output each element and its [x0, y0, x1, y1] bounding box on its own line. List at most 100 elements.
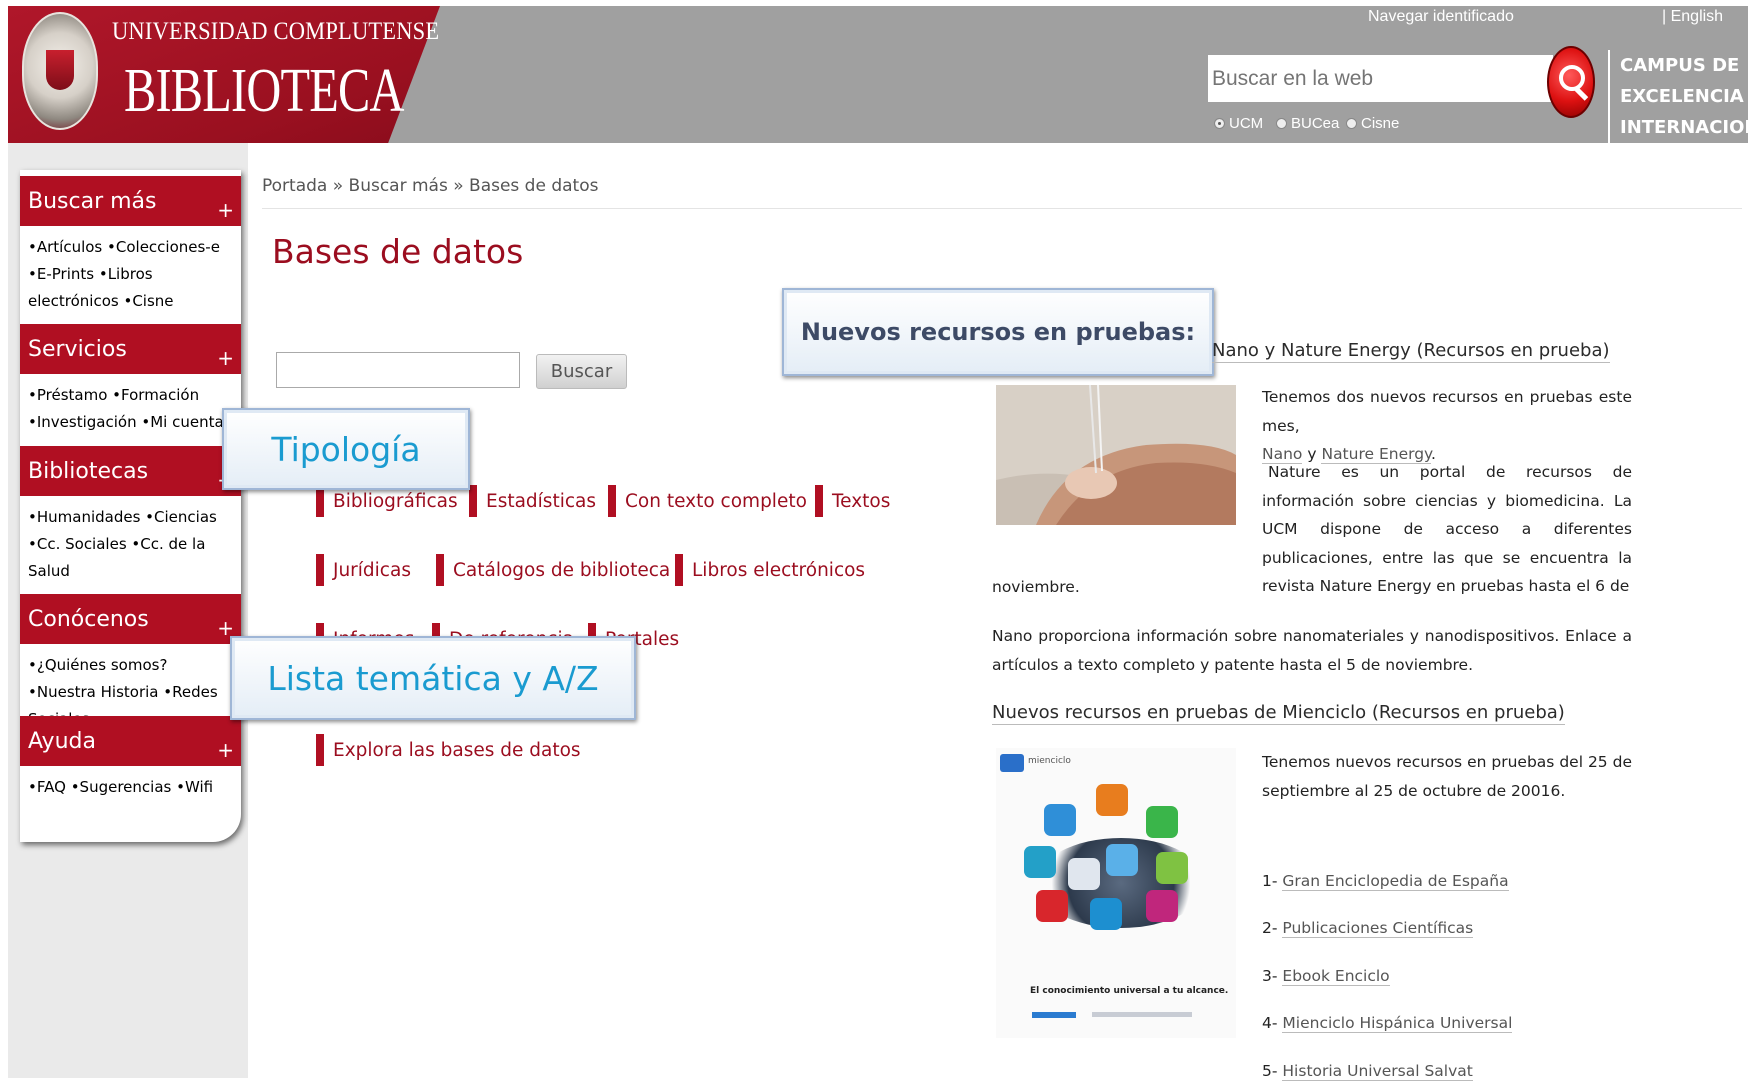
- list-number: 5-: [1262, 1062, 1278, 1080]
- divider: [262, 208, 1742, 209]
- sidebar-link-quienes-somos[interactable]: ¿Quiénes somos?: [37, 656, 168, 674]
- sidebar-link-cc-sociales[interactable]: Cc. Sociales: [37, 535, 127, 553]
- database-search-button[interactable]: Buscar: [536, 354, 627, 389]
- tile-icon: [1146, 806, 1178, 838]
- list-item: 4- Mienciclo Hispánica Universal: [1262, 1014, 1513, 1033]
- list-item: 1- Gran Enciclopedia de España: [1262, 872, 1509, 891]
- radio-label: Cisne: [1361, 115, 1400, 132]
- resource-link[interactable]: Historia Universal Salvat: [1282, 1062, 1473, 1081]
- page-title: Bases de datos: [272, 232, 524, 271]
- sidebar-link-historia[interactable]: Nuestra Historia: [37, 683, 159, 701]
- sidebar-link-prestamo[interactable]: Préstamo: [37, 386, 108, 404]
- sidebar-links-servicios: •Préstamo •Formación •Investigación •Mi …: [28, 386, 224, 431]
- campus-line: EXCELENCIA: [1620, 86, 1744, 107]
- expand-plus-icon[interactable]: +: [217, 346, 234, 370]
- resource-link[interactable]: Publicaciones Científicas: [1282, 919, 1474, 938]
- category-libros-electronicos[interactable]: Libros electrónicos: [675, 554, 865, 586]
- mienciclo-article-image[interactable]: mienciclo El conocimiento universal a tu…: [996, 748, 1236, 1038]
- tile-icon: [1106, 844, 1138, 876]
- resource-link[interactable]: Gran Enciclopedia de España: [1282, 872, 1509, 891]
- expand-plus-icon[interactable]: +: [217, 198, 234, 222]
- sidebar-link-humanidades[interactable]: Humanidades: [37, 508, 141, 526]
- section-title: Conócenos: [28, 606, 149, 632]
- category-juridicas[interactable]: Jurídicas: [316, 554, 411, 586]
- tile-icon: [1156, 852, 1188, 884]
- mienciclo-logo-icon: [1000, 754, 1024, 772]
- category-textos[interactable]: Textos: [815, 485, 890, 517]
- sidebar-section-conocenos[interactable]: Conócenos +: [20, 594, 241, 644]
- callout-lista-tematica: Lista temática y A/Z: [230, 636, 636, 720]
- news-paragraph: Nano proporciona información sobre nanom…: [992, 627, 1632, 674]
- sidebar-link-cisne[interactable]: Cisne: [132, 292, 173, 310]
- breadcrumb[interactable]: Portada » Buscar más » Bases de datos: [262, 176, 598, 196]
- sidebar-link-articulos[interactable]: Artículos: [37, 238, 102, 256]
- login-link[interactable]: Navegar identificado: [1368, 8, 1514, 26]
- campus-line: CAMPUS DE: [1620, 55, 1740, 76]
- category-catalogos[interactable]: Catálogos de biblioteca: [436, 554, 670, 586]
- search-icon[interactable]: [1547, 46, 1595, 118]
- category-estadisticas[interactable]: Estadísticas: [469, 485, 596, 517]
- tile-icon: [1044, 804, 1076, 836]
- radio-label: BUCea: [1291, 115, 1340, 132]
- list-item: 5- Historia Universal Salvat: [1262, 1062, 1473, 1081]
- list-item: 3- Ebook Enciclo: [1262, 967, 1390, 986]
- campus-excelencia-logo[interactable]: CAMPUS DE EXCELENCIA INTERNACIONAL: [1608, 50, 1748, 143]
- news-paragraph: noviembre.: [992, 578, 1080, 596]
- radio-selected-icon: [1214, 118, 1225, 129]
- scope-cisne-radio[interactable]: Cisne: [1346, 115, 1399, 132]
- sidebar-link-investigacion[interactable]: Investigación: [37, 413, 137, 431]
- news-text: Tenemos dos nuevos recursos en pruebas e…: [1262, 388, 1632, 435]
- sidebar-link-ciencias[interactable]: Ciencias: [154, 508, 217, 526]
- database-search-input[interactable]: [276, 352, 520, 388]
- list-number: 3-: [1262, 967, 1278, 985]
- category-texto-completo[interactable]: Con texto completo: [608, 485, 807, 517]
- mienciclo-tagline: El conocimiento universal a tu alcance.: [1030, 986, 1229, 996]
- tile-icon: [1068, 858, 1100, 890]
- sidebar-section-ayuda[interactable]: Ayuda +: [20, 716, 241, 766]
- sidebar-link-colecciones[interactable]: Colecciones-e: [116, 238, 220, 256]
- news-title-nano[interactable]: Nano y Nature Energy (Recursos en prueba…: [1212, 340, 1610, 363]
- list-number: 1-: [1262, 872, 1278, 890]
- scope-bucea-radio[interactable]: BUCea: [1276, 115, 1339, 132]
- sidebar-link-wifi[interactable]: Wifi: [185, 778, 213, 796]
- sidebar-link-faq[interactable]: FAQ: [37, 778, 66, 796]
- resource-link[interactable]: Ebook Enciclo: [1282, 967, 1390, 986]
- sidebar-links-bibliotecas: •Humanidades •Ciencias •Cc. Sociales •Cc…: [28, 508, 217, 580]
- list-item: 2- Publicaciones Científicas: [1262, 919, 1474, 938]
- tile-icon: [1096, 784, 1128, 816]
- resource-link[interactable]: Mienciclo Hispánica Universal: [1282, 1014, 1513, 1033]
- callout-text: Lista temática y A/Z: [267, 658, 599, 698]
- news-paragraph: Tenemos nuevos recursos en pruebas del 2…: [1262, 753, 1632, 800]
- mienciclo-button-icon: [1032, 1012, 1076, 1018]
- tile-icon: [1024, 846, 1056, 878]
- mienciclo-brand: mienciclo: [1028, 756, 1071, 766]
- scope-ucm-radio[interactable]: UCM: [1214, 115, 1263, 132]
- library-name: BIBLIOTECA: [124, 57, 404, 125]
- tile-icon: [1036, 890, 1068, 922]
- section-title: Ayuda: [28, 728, 96, 754]
- explore-databases-link[interactable]: Explora las bases de datos: [316, 734, 581, 766]
- radio-icon: [1346, 118, 1357, 129]
- tile-icon: [1146, 890, 1178, 922]
- callout-text: Nuevos recursos en pruebas:: [800, 318, 1196, 346]
- sidebar-menu: Buscar más + •Artículos •Colecciones-e •…: [20, 170, 241, 842]
- nano-article-image[interactable]: [996, 385, 1236, 525]
- radio-label: UCM: [1229, 115, 1264, 132]
- sidebar-link-sugerencias[interactable]: Sugerencias: [80, 778, 172, 796]
- expand-plus-icon[interactable]: +: [217, 738, 234, 762]
- sidebar-section-buscar-mas[interactable]: Buscar más +: [20, 176, 241, 226]
- sidebar-section-servicios[interactable]: Servicios +: [20, 324, 241, 374]
- callout-nuevos-recursos: Nuevos recursos en pruebas:: [782, 288, 1214, 376]
- sidebar-link-eprints[interactable]: E-Prints: [37, 265, 94, 283]
- campus-line: INTERNACIONAL: [1620, 117, 1748, 138]
- language-link[interactable]: | English: [1662, 8, 1723, 26]
- news-title-mienciclo[interactable]: Nuevos recursos en pruebas de Mienciclo …: [992, 702, 1565, 725]
- sidebar-link-mi-cuenta[interactable]: Mi cuenta: [150, 413, 223, 431]
- site-search-input[interactable]: [1208, 55, 1553, 102]
- sidebar-links-ayuda: •FAQ •Sugerencias •Wifi: [28, 778, 214, 796]
- callout-text: Tipología: [271, 429, 421, 469]
- tile-icon: [1090, 898, 1122, 930]
- mienciclo-links-bar: [1092, 1012, 1192, 1017]
- sidebar-section-bibliotecas[interactable]: Bibliotecas +: [20, 446, 241, 496]
- sidebar-link-formacion[interactable]: Formación: [121, 386, 199, 404]
